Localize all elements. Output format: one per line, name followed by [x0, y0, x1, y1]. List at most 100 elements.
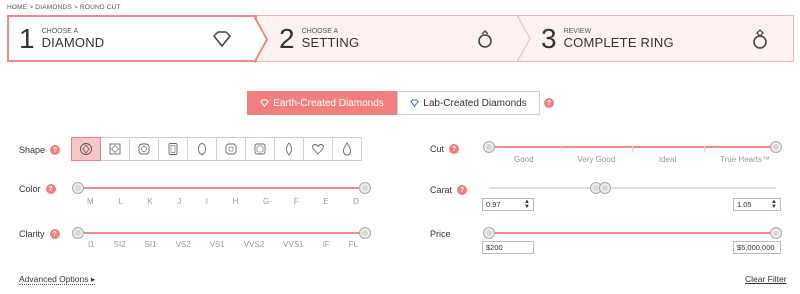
- carat-filter-label: Carat ?: [430, 185, 468, 195]
- help-icon[interactable]: ?: [49, 229, 60, 239]
- cushion-shape-icon: [138, 143, 150, 155]
- stepper-icon[interactable]: ▲ ▼: [524, 199, 530, 210]
- tick-label: I: [205, 197, 209, 206]
- filter-label: Shape: [19, 145, 46, 155]
- step-subtitle: CHOOSE A: [301, 27, 339, 35]
- step-title: DIAMOND: [41, 34, 105, 50]
- marquise-shape-icon: [286, 142, 292, 156]
- step-subtitle: CHOOSE A: [41, 27, 79, 35]
- pear-shape-icon: [342, 142, 352, 156]
- shape-cushion[interactable]: [129, 137, 159, 161]
- filter-label: Cut: [430, 144, 445, 154]
- shape-selector: [71, 137, 362, 161]
- asscher-shape-icon: [225, 143, 237, 155]
- diamond-type-toggle: Earth-Created Diamonds Lab-Created Diamo…: [247, 91, 554, 115]
- filter-label: Color: [19, 184, 41, 194]
- input-value: 1.05: [737, 200, 752, 209]
- princess-shape-icon: [109, 143, 121, 155]
- color-min-handle[interactable]: [72, 182, 84, 194]
- step-choose-setting[interactable]: 2 CHOOSE A SETTING: [257, 15, 531, 62]
- tick-mark: [632, 146, 633, 152]
- shape-filter-label: Shape ?: [19, 145, 61, 155]
- diamond-icon: [260, 99, 269, 107]
- tick-label: H: [232, 197, 239, 206]
- input-value: $200: [486, 243, 503, 252]
- input-value: 0.97: [486, 200, 501, 209]
- shape-oval[interactable]: [187, 137, 217, 161]
- tick-mark: [561, 146, 562, 152]
- step-choose-diamond[interactable]: 1 CHOOSE A DIAMOND: [7, 15, 268, 63]
- color-scale: M L K J I H G F E D: [87, 197, 359, 206]
- price-filter-label: Price: [430, 229, 451, 239]
- step-review-complete-ring[interactable]: 3 REVIEW COMPLETE RING: [519, 15, 794, 62]
- earth-created-tab[interactable]: Earth-Created Diamonds: [247, 91, 397, 115]
- step-title: SETTING: [301, 34, 360, 50]
- price-max-handle[interactable]: [770, 227, 782, 239]
- radiant-shape-icon: [254, 143, 266, 155]
- step-subtitle: REVIEW: [563, 27, 592, 35]
- price-min-handle[interactable]: [483, 227, 495, 239]
- shape-radiant[interactable]: [245, 137, 275, 161]
- tick-label: Ideal: [658, 155, 677, 164]
- shape-marquise[interactable]: [274, 137, 304, 161]
- clarity-slider-track[interactable]: [78, 232, 365, 234]
- emerald-shape-icon: [168, 143, 178, 155]
- color-max-handle[interactable]: [359, 182, 371, 194]
- clear-filter-link[interactable]: Clear Filter: [745, 274, 787, 284]
- lab-created-tab[interactable]: Lab-Created Diamonds: [397, 91, 540, 115]
- help-icon[interactable]: ?: [449, 144, 460, 154]
- step-title: COMPLETE RING: [563, 34, 674, 50]
- oval-shape-icon: [198, 143, 206, 155]
- filter-label: Price: [430, 229, 451, 239]
- tick-label: I1: [88, 240, 95, 249]
- color-slider-track[interactable]: [78, 187, 365, 189]
- diamond-icon: [212, 31, 232, 48]
- help-icon[interactable]: ?: [50, 145, 61, 155]
- tick-label: M: [87, 197, 94, 206]
- help-icon[interactable]: ?: [544, 98, 554, 108]
- cut-filter-label: Cut ?: [430, 144, 460, 154]
- price-max-input[interactable]: $5,000,000: [733, 241, 781, 254]
- progress-steps: 1 CHOOSE A DIAMOND 2 CHOOSE A SETTING 3 …: [7, 15, 794, 63]
- cut-scale: Good Very Good Ideal True Hearts™: [514, 155, 770, 164]
- shape-princess[interactable]: [100, 137, 130, 161]
- heart-shape-icon: [312, 144, 324, 155]
- color-filter-label: Color ?: [19, 184, 56, 194]
- tick-label: L: [118, 197, 123, 206]
- tick-label: FL: [348, 240, 358, 249]
- filter-label: Clarity: [19, 229, 45, 239]
- price-slider-track[interactable]: [489, 232, 776, 234]
- help-icon[interactable]: ?: [45, 184, 56, 194]
- step-arrow: [517, 15, 531, 62]
- complete-ring-icon: [753, 29, 767, 49]
- carat-max-input[interactable]: 1.05 ▲ ▼: [733, 198, 781, 211]
- breadcrumb[interactable]: HOME > DIAMONDS > ROUND CUT: [7, 4, 121, 11]
- diamond-icon: [410, 99, 420, 107]
- carat-slider-track[interactable]: [489, 187, 776, 189]
- cut-max-handle[interactable]: [770, 141, 782, 153]
- step-number: 1: [19, 22, 35, 54]
- step-number: 3: [541, 22, 557, 54]
- tick-label: VVS2: [243, 240, 265, 249]
- clarity-min-handle[interactable]: [72, 227, 84, 239]
- carat-min-input[interactable]: 0.97 ▲ ▼: [482, 198, 534, 211]
- input-value: $5,000,000: [737, 243, 775, 252]
- clarity-filter-label: Clarity ?: [19, 229, 60, 239]
- stepper-icon[interactable]: ▲ ▼: [771, 199, 777, 210]
- cut-min-handle[interactable]: [483, 141, 495, 153]
- step-number: 2: [279, 22, 295, 54]
- lab-created-label: Lab-Created Diamonds: [423, 97, 527, 109]
- shape-emerald[interactable]: [158, 137, 188, 161]
- shape-asscher[interactable]: [216, 137, 246, 161]
- tick-label: VVS1: [283, 240, 304, 249]
- help-icon[interactable]: ?: [457, 185, 468, 195]
- clarity-max-handle[interactable]: [359, 227, 371, 239]
- tick-label: E: [323, 197, 329, 206]
- advanced-options-link[interactable]: Advanced Options ▸: [19, 274, 96, 285]
- shape-round[interactable]: [71, 137, 101, 161]
- shape-heart[interactable]: [303, 137, 333, 161]
- tick-label: F: [293, 197, 299, 206]
- carat-max-handle[interactable]: [599, 182, 611, 194]
- shape-pear[interactable]: [332, 137, 362, 161]
- price-min-input[interactable]: $200: [482, 241, 534, 254]
